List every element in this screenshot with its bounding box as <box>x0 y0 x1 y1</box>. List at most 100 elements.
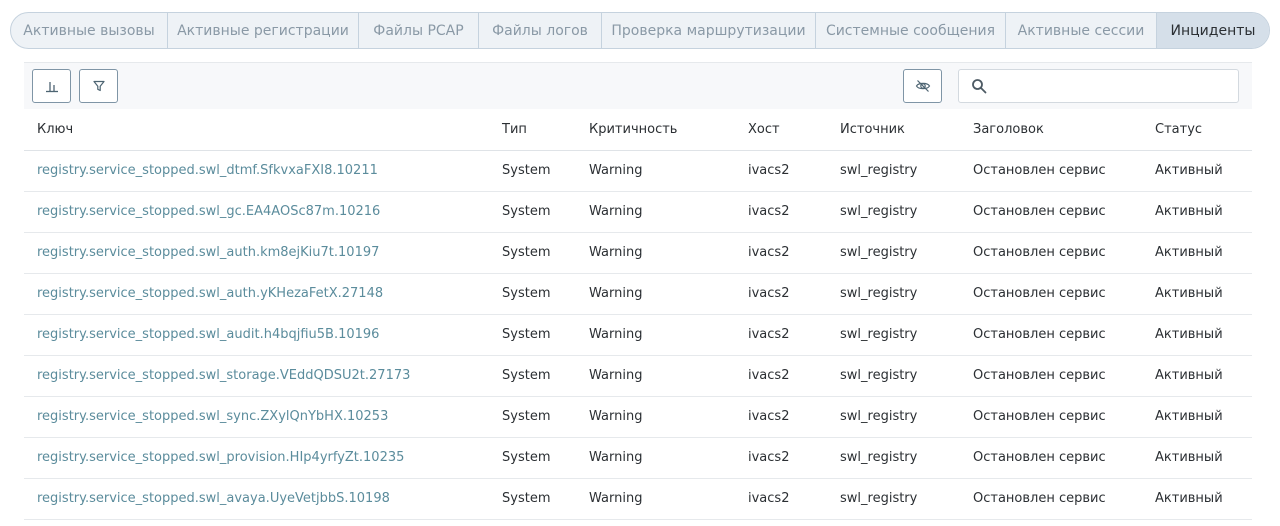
cell-status: Активный <box>1142 478 1252 520</box>
incidents-table: Ключ Тип Критичность Хост Источник Загол… <box>24 109 1252 520</box>
cell-title: Остановлен сервис <box>960 437 1142 479</box>
cell-status: Активный <box>1142 355 1252 397</box>
filter-button[interactable] <box>79 69 118 103</box>
cell-title: Остановлен сервис <box>960 478 1142 520</box>
search-icon <box>959 70 999 102</box>
column-header-source[interactable]: Источник <box>827 109 960 151</box>
cell-status: Активный <box>1142 191 1252 233</box>
cell-source: swl_registry <box>827 150 960 192</box>
cell-status: Активный <box>1142 396 1252 438</box>
cell-severity: Warning <box>576 355 735 397</box>
cell-host: ivacs2 <box>735 355 827 397</box>
tab-routing-check[interactable]: Проверка маршрутизации <box>602 13 816 48</box>
incident-key-link[interactable]: registry.service_stopped.swl_dtmf.Sfkvxa… <box>24 150 489 192</box>
cell-status: Активный <box>1142 314 1252 356</box>
incident-key-link[interactable]: registry.service_stopped.swl_auth.yKHeza… <box>24 273 489 315</box>
column-header-host[interactable]: Хост <box>735 109 827 151</box>
cell-type: System <box>489 314 576 356</box>
cell-type: System <box>489 396 576 438</box>
incident-key-link[interactable]: registry.service_stopped.swl_sync.ZXylQn… <box>24 396 489 438</box>
cell-status: Активный <box>1142 150 1252 192</box>
cell-type: System <box>489 437 576 479</box>
filter-icon <box>92 80 105 92</box>
cell-host: ivacs2 <box>735 437 827 479</box>
incident-key-link[interactable]: registry.service_stopped.swl_audit.h4bqj… <box>24 314 489 356</box>
cell-source: swl_registry <box>827 437 960 479</box>
bar-chart-icon <box>45 82 58 93</box>
cell-status: Активный <box>1142 232 1252 274</box>
tab-log-files[interactable]: Файлы логов <box>479 13 602 48</box>
cell-status: Активный <box>1142 437 1252 479</box>
tab-pcap-files[interactable]: Файлы PCAP <box>359 13 479 48</box>
cell-host: ivacs2 <box>735 478 827 520</box>
tab-active-calls[interactable]: Активные вызовы <box>11 13 168 48</box>
column-header-status[interactable]: Статус <box>1142 109 1252 151</box>
table-row[interactable]: registry.service_stopped.swl_gc.EA4AOSc8… <box>24 191 1252 233</box>
cell-type: System <box>489 478 576 520</box>
cell-status: Активный <box>1142 273 1252 315</box>
table-row[interactable]: registry.service_stopped.swl_sync.ZXylQn… <box>24 396 1252 438</box>
cell-source: swl_registry <box>827 355 960 397</box>
cell-severity: Warning <box>576 150 735 192</box>
table-row[interactable]: registry.service_stopped.swl_auth.km8ejK… <box>24 232 1252 274</box>
search-box <box>958 69 1239 103</box>
incident-key-link[interactable]: registry.service_stopped.swl_avaya.UyeVe… <box>24 478 489 520</box>
cell-host: ivacs2 <box>735 232 827 274</box>
cell-host: ivacs2 <box>735 314 827 356</box>
cell-source: swl_registry <box>827 232 960 274</box>
column-header-key[interactable]: Ключ <box>24 109 489 151</box>
tab-incidents[interactable]: Инциденты <box>1157 13 1269 48</box>
cell-title: Остановлен сервис <box>960 232 1142 274</box>
hide-button[interactable] <box>903 69 942 103</box>
cell-severity: Warning <box>576 478 735 520</box>
cell-host: ivacs2 <box>735 150 827 192</box>
cell-severity: Warning <box>576 396 735 438</box>
tab-bar: Активные вызовы Активные регистрации Фай… <box>10 12 1270 49</box>
table-row[interactable]: registry.service_stopped.swl_storage.VEd… <box>24 355 1252 397</box>
table-row[interactable]: registry.service_stopped.swl_auth.yKHeza… <box>24 273 1252 315</box>
tab-system-messages[interactable]: Системные сообщения <box>816 13 1006 48</box>
cell-source: swl_registry <box>827 273 960 315</box>
cell-type: System <box>489 273 576 315</box>
cell-type: System <box>489 191 576 233</box>
incident-key-link[interactable]: registry.service_stopped.swl_storage.VEd… <box>24 355 489 397</box>
tab-active-registrations[interactable]: Активные регистрации <box>168 13 359 48</box>
cell-type: System <box>489 355 576 397</box>
eye-off-icon <box>915 80 930 92</box>
cell-source: swl_registry <box>827 478 960 520</box>
cell-host: ivacs2 <box>735 191 827 233</box>
column-header-type[interactable]: Тип <box>489 109 576 151</box>
incident-key-link[interactable]: registry.service_stopped.swl_auth.km8ejK… <box>24 232 489 274</box>
cell-severity: Warning <box>576 437 735 479</box>
table-row[interactable]: registry.service_stopped.swl_avaya.UyeVe… <box>24 478 1252 520</box>
cell-title: Остановлен сервис <box>960 396 1142 438</box>
toolbar <box>24 62 1252 109</box>
search-input[interactable] <box>999 70 1238 102</box>
chart-button[interactable] <box>32 69 71 103</box>
cell-title: Остановлен сервис <box>960 355 1142 397</box>
cell-type: System <box>489 150 576 192</box>
table-body: registry.service_stopped.swl_dtmf.Sfkvxa… <box>24 150 1252 520</box>
cell-severity: Warning <box>576 232 735 274</box>
table-row[interactable]: registry.service_stopped.swl_provision.H… <box>24 437 1252 479</box>
incident-key-link[interactable]: registry.service_stopped.swl_gc.EA4AOSc8… <box>24 191 489 233</box>
cell-title: Остановлен сервис <box>960 191 1142 233</box>
column-header-title[interactable]: Заголовок <box>960 109 1142 151</box>
cell-host: ivacs2 <box>735 273 827 315</box>
tab-active-sessions[interactable]: Активные сессии <box>1006 13 1157 48</box>
table-header: Ключ Тип Критичность Хост Источник Загол… <box>24 109 1252 151</box>
table-row[interactable]: registry.service_stopped.swl_audit.h4bqj… <box>24 314 1252 356</box>
cell-host: ivacs2 <box>735 396 827 438</box>
cell-title: Остановлен сервис <box>960 150 1142 192</box>
cell-source: swl_registry <box>827 191 960 233</box>
cell-type: System <box>489 232 576 274</box>
cell-severity: Warning <box>576 191 735 233</box>
cell-source: swl_registry <box>827 396 960 438</box>
column-header-severity[interactable]: Критичность <box>576 109 735 151</box>
cell-severity: Warning <box>576 273 735 315</box>
cell-title: Остановлен сервис <box>960 273 1142 315</box>
table-row[interactable]: registry.service_stopped.swl_dtmf.Sfkvxa… <box>24 150 1252 192</box>
cell-source: swl_registry <box>827 314 960 356</box>
cell-title: Остановлен сервис <box>960 314 1142 356</box>
incident-key-link[interactable]: registry.service_stopped.swl_provision.H… <box>24 437 489 479</box>
